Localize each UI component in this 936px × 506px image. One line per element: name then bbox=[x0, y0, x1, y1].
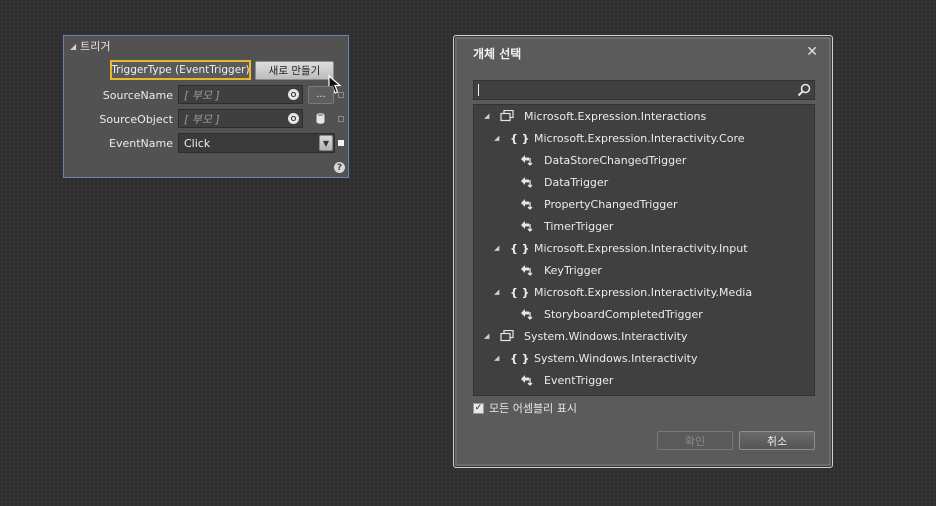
namespace-braces-icon: { } bbox=[510, 131, 530, 145]
trigger-icon bbox=[521, 221, 533, 232]
expand-triangle-icon[interactable]: ◢ bbox=[484, 332, 489, 340]
data-binding-cylinder-icon[interactable] bbox=[316, 113, 325, 124]
tree-item-trigger[interactable]: KeyTrigger bbox=[520, 259, 602, 281]
tree-item-label: PropertyChangedTrigger bbox=[544, 197, 678, 211]
tree-item-trigger[interactable]: EventTrigger bbox=[520, 369, 613, 391]
show-all-assemblies-label: 모든 어셈블리 표시 bbox=[489, 402, 577, 415]
close-icon[interactable]: ✕ bbox=[806, 44, 818, 60]
source-object-label: SourceObject bbox=[99, 113, 173, 126]
tree-item-namespace[interactable]: ◢ { } System.Windows.Interactivity bbox=[494, 347, 698, 369]
tree-item-label: Microsoft.Expression.Interactivity.Core bbox=[534, 131, 745, 145]
event-name-label: EventName bbox=[109, 137, 173, 150]
show-all-assemblies-option[interactable]: ✓ 모든 어셈블리 표시 bbox=[473, 400, 577, 416]
advanced-options-square-icon[interactable] bbox=[338, 140, 344, 146]
tree-item-label: DataStoreChangedTrigger bbox=[544, 153, 687, 167]
browse-button[interactable]: ... bbox=[308, 86, 334, 104]
tree-item-label: EventTrigger bbox=[544, 373, 614, 387]
namespace-braces-icon: { } bbox=[510, 285, 530, 299]
source-object-field[interactable]: [ 부모 ] bbox=[178, 109, 303, 128]
tree-item-label: KeyTrigger bbox=[544, 263, 602, 277]
source-name-field[interactable]: [ 부모 ] bbox=[178, 85, 303, 104]
tree-item-label: TimerTrigger bbox=[544, 219, 614, 233]
show-all-assemblies-checkbox[interactable]: ✓ bbox=[473, 402, 484, 414]
object-tree[interactable]: ◢ Microsoft.Expression.Interactions ◢ { } Mi… bbox=[473, 104, 815, 396]
tree-item-label: DataTrigger bbox=[544, 175, 609, 189]
expand-triangle-icon[interactable]: ◢ bbox=[494, 134, 499, 142]
chevron-down-icon[interactable]: ▼ bbox=[319, 135, 333, 151]
search-icon[interactable] bbox=[797, 83, 811, 97]
ok-button[interactable]: 확인 bbox=[657, 431, 733, 450]
new-trigger-button[interactable]: 새로 만들기 bbox=[255, 61, 334, 80]
expand-triangle-icon[interactable]: ◢ bbox=[484, 112, 489, 120]
tree-item-label: Microsoft.Expression.Interactivity.Input bbox=[534, 241, 748, 255]
collapse-triangle-icon[interactable]: ◢ bbox=[70, 42, 76, 51]
expand-triangle-icon[interactable]: ◢ bbox=[494, 288, 499, 296]
trigger-section-header[interactable]: ◢ 트리거 bbox=[70, 38, 111, 54]
tree-item-namespace[interactable]: ◢ { } Microsoft.Expression.Interactivity.M… bbox=[494, 281, 753, 303]
tree-item-label: System.Windows.Interactivity bbox=[524, 329, 688, 343]
tree-item-namespace[interactable]: ◢ { } Microsoft.Expression.Interactivity.I… bbox=[494, 237, 748, 259]
tree-item-trigger[interactable]: PropertyChangedTrigger bbox=[520, 193, 678, 215]
target-picker-icon[interactable] bbox=[288, 89, 299, 100]
namespace-braces-icon: { } bbox=[510, 351, 530, 365]
assembly-icon bbox=[500, 330, 514, 342]
tree-item-label: StoryboardCompletedTrigger bbox=[544, 307, 703, 321]
advanced-options-square-icon[interactable] bbox=[338, 92, 344, 98]
help-icon[interactable]: ? bbox=[334, 162, 345, 173]
expand-triangle-icon[interactable]: ◢ bbox=[494, 354, 499, 362]
tree-item-assembly[interactable]: ◢ System.Windows.Interactivity bbox=[484, 325, 688, 347]
event-name-dropdown[interactable]: Click ▼ bbox=[178, 133, 335, 153]
assembly-icon bbox=[500, 110, 514, 122]
tree-item-label: Microsoft.Expression.Interactions bbox=[524, 109, 707, 123]
tree-item-label: System.Windows.Interactivity bbox=[534, 351, 698, 365]
tree-item-label: Microsoft.Expression.Interactivity.Media bbox=[534, 285, 753, 299]
search-input[interactable] bbox=[473, 80, 815, 100]
trigger-icon bbox=[521, 177, 533, 188]
source-name-label: SourceName bbox=[102, 89, 173, 102]
text-caret bbox=[478, 84, 479, 96]
expand-triangle-icon[interactable]: ◢ bbox=[494, 244, 499, 252]
event-name-value: Click bbox=[184, 136, 211, 150]
trigger-properties-panel: ◢ 트리거 TriggerType (EventTrigger) 새로 만들기 … bbox=[63, 35, 349, 178]
namespace-braces-icon: { } bbox=[510, 241, 530, 255]
advanced-options-square-icon[interactable] bbox=[338, 116, 344, 122]
tree-item-assembly[interactable]: ◢ Microsoft.Expression.Interactions bbox=[484, 105, 707, 127]
trigger-type-field[interactable]: TriggerType (EventTrigger) bbox=[110, 60, 251, 80]
tree-item-namespace[interactable]: ◢ { } Microsoft.Expression.Interactivity.C… bbox=[494, 127, 745, 149]
target-picker-icon[interactable] bbox=[288, 113, 299, 124]
trigger-icon bbox=[521, 375, 533, 386]
trigger-icon bbox=[521, 309, 533, 320]
trigger-icon bbox=[521, 199, 533, 210]
trigger-icon bbox=[521, 155, 533, 166]
tree-item-trigger[interactable]: DataTrigger bbox=[520, 171, 608, 193]
tree-item-trigger[interactable]: DataStoreChangedTrigger bbox=[520, 149, 686, 171]
select-object-dialog: 개체 선택 ✕ ◢ Microsoft.Expression.Interactio… bbox=[453, 35, 833, 468]
trigger-section-title: 트리거 bbox=[80, 40, 111, 53]
tree-item-trigger[interactable]: StoryboardCompletedTrigger bbox=[520, 303, 703, 325]
source-object-value: [ 부모 ] bbox=[184, 112, 220, 126]
trigger-icon bbox=[521, 265, 533, 276]
tree-item-trigger[interactable]: TimerTrigger bbox=[520, 215, 613, 237]
dialog-title: 개체 선택 bbox=[473, 47, 522, 61]
cancel-button[interactable]: 취소 bbox=[739, 431, 815, 450]
source-name-value: [ 부모 ] bbox=[184, 88, 220, 102]
